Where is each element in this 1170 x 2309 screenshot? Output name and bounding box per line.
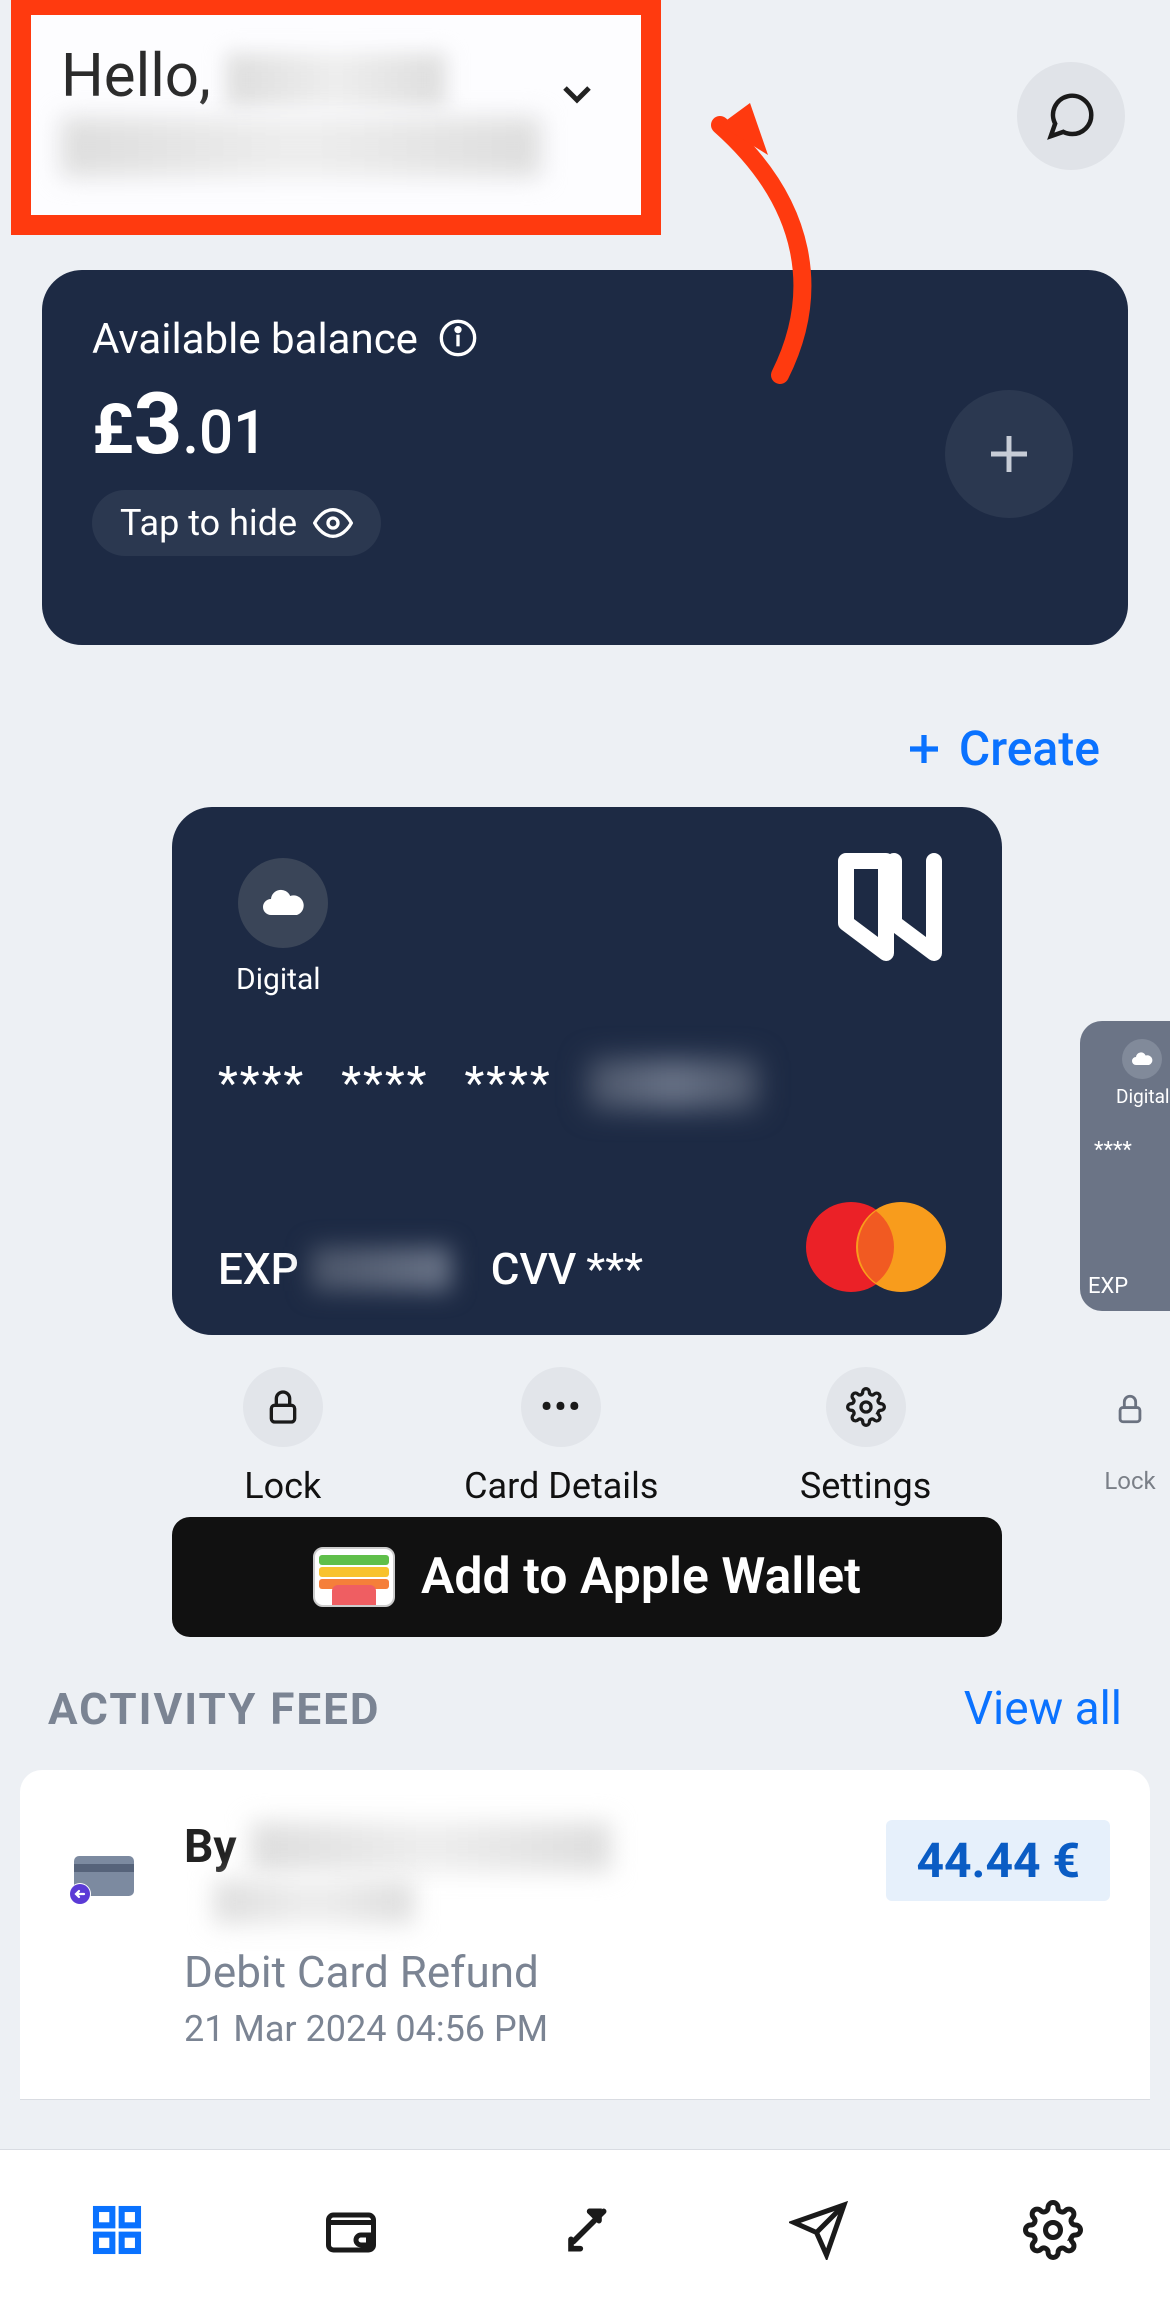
nav-wallet[interactable] xyxy=(315,2194,387,2266)
add-to-apple-wallet-button[interactable]: Add to Apple Wallet xyxy=(172,1517,1002,1637)
card-number: **** **** **** xyxy=(218,1057,956,1111)
greeting-prefix: Hello, xyxy=(61,40,211,111)
cloud-icon xyxy=(1122,1039,1162,1079)
redacted-digits xyxy=(588,1059,758,1109)
activity-amount: 44.44 € xyxy=(886,1820,1110,1901)
cloud-icon xyxy=(238,858,328,948)
nav-transfer[interactable] xyxy=(549,2194,621,2266)
balance-card: Available balance £3.01 Tap to hide xyxy=(42,270,1128,645)
redacted-merchant xyxy=(251,1822,611,1872)
cvv-label: CVV xyxy=(491,1243,577,1295)
redacted-exp xyxy=(311,1247,451,1291)
lock-icon xyxy=(1113,1392,1147,1426)
apple-wallet-icon xyxy=(313,1547,395,1607)
nav-send[interactable] xyxy=(783,2194,855,2266)
balance-label: Available balance xyxy=(92,315,418,364)
create-card-button[interactable]: Create xyxy=(903,720,1100,777)
refund-icon xyxy=(60,1820,150,1906)
payment-card-next[interactable]: Digital **** EXP xyxy=(1080,1021,1170,1311)
brand-logo-icon xyxy=(826,853,956,967)
card-type-label: Digital xyxy=(236,962,956,997)
redacted-merchant-line2 xyxy=(214,1880,414,1924)
lock-icon xyxy=(263,1387,303,1427)
chevron-down-icon xyxy=(553,70,601,122)
add-money-button[interactable] xyxy=(945,390,1073,518)
activity-type: Debit Card Refund xyxy=(184,1946,1110,1998)
cvv-value: *** xyxy=(586,1243,643,1295)
activity-item[interactable]: By Debit Card Refund 21 Mar 2024 04:56 P… xyxy=(20,1770,1150,2100)
redacted-company xyxy=(61,117,541,177)
eye-icon xyxy=(313,503,353,543)
chat-button[interactable] xyxy=(1017,62,1125,170)
gear-icon xyxy=(1023,2200,1083,2260)
nav-home[interactable] xyxy=(81,2194,153,2266)
hide-balance-toggle[interactable]: Tap to hide xyxy=(92,490,381,556)
bottom-nav xyxy=(0,2149,1170,2309)
divider xyxy=(20,2099,1150,2100)
send-icon xyxy=(789,2200,849,2260)
activity-by-prefix: By xyxy=(184,1820,237,1874)
exp-label: EXP xyxy=(218,1243,299,1295)
activity-feed-title: ACTIVITY FEED xyxy=(48,1683,381,1735)
balance-amount: £3.01 xyxy=(92,374,1078,474)
view-all-link[interactable]: View all xyxy=(964,1682,1122,1736)
redacted-name xyxy=(226,53,446,107)
card-settings-button[interactable]: Settings xyxy=(800,1367,931,1507)
info-icon[interactable] xyxy=(438,318,478,362)
mastercard-icon xyxy=(796,1197,956,1301)
lock-card-button[interactable]: Lock xyxy=(243,1367,323,1507)
wallet-icon xyxy=(321,2200,381,2260)
lock-card-next-button[interactable]: Lock xyxy=(1090,1369,1170,1495)
activity-timestamp: 21 Mar 2024 04:56 PM xyxy=(184,2008,1110,2050)
account-selector[interactable]: Hello, xyxy=(11,0,661,235)
plus-icon xyxy=(903,728,945,770)
payment-card[interactable]: Digital **** **** **** EXP CVV *** xyxy=(172,807,1002,1335)
dots-icon: ••• xyxy=(541,1388,583,1426)
chat-icon xyxy=(1044,89,1098,143)
swap-icon xyxy=(557,2202,613,2258)
plus-icon xyxy=(982,427,1036,481)
grid-icon xyxy=(89,2202,145,2258)
card-details-button[interactable]: ••• Card Details xyxy=(464,1367,658,1507)
gear-icon xyxy=(846,1387,886,1427)
nav-settings[interactable] xyxy=(1017,2194,1089,2266)
